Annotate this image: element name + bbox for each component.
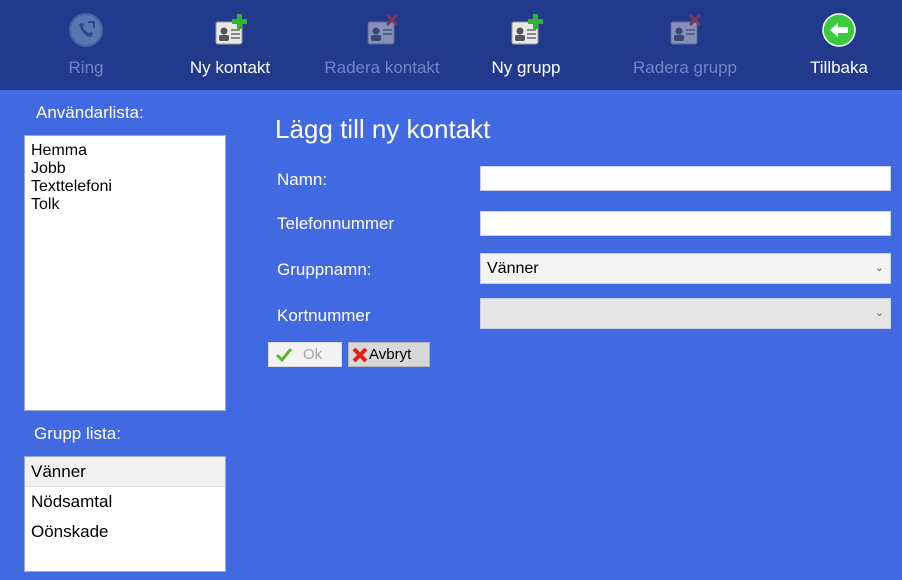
card-number-label: Kortnummer — [277, 306, 371, 325]
list-item[interactable]: Vänner — [25, 457, 225, 487]
name-input[interactable] — [480, 166, 891, 191]
delete-contact-icon — [364, 12, 400, 48]
chevron-down-icon: ⌄ — [874, 307, 884, 319]
group-list[interactable]: Vänner Nödsamtal Oönskade — [24, 456, 226, 572]
close-icon — [351, 347, 369, 363]
chevron-down-icon: ⌄ — [874, 262, 884, 274]
user-list-title: Användarlista: — [36, 103, 144, 122]
list-item[interactable]: Nödsamtal — [25, 487, 225, 517]
list-item[interactable]: Texttelefoni — [31, 178, 219, 196]
group-name-label: Gruppnamn: — [277, 260, 372, 279]
back-arrow-icon — [821, 12, 857, 48]
new-group-button[interactable]: Ny grupp — [466, 0, 586, 90]
delete-contact-button[interactable]: Radera kontakt — [322, 0, 442, 90]
new-contact-button[interactable]: Ny kontakt — [170, 0, 290, 90]
ring-label: Ring — [68, 58, 104, 77]
ok-button[interactable]: Ok — [268, 342, 342, 367]
group-select-value: Vänner — [487, 260, 539, 277]
delete-group-button[interactable]: Radera grupp — [625, 0, 745, 90]
back-button[interactable]: Tillbaka — [779, 0, 899, 90]
new-contact-label: Ny kontakt — [189, 58, 271, 77]
card-number-select[interactable]: ⌄ — [480, 298, 891, 329]
delete-group-label: Radera grupp — [633, 58, 737, 77]
cancel-button[interactable]: Avbryt — [348, 342, 430, 367]
cancel-label: Avbryt — [369, 346, 412, 363]
list-item[interactable]: Hemma — [31, 142, 219, 160]
delete-contact-label: Radera kontakt — [324, 58, 440, 77]
list-item[interactable]: Jobb — [31, 160, 219, 178]
name-label: Namn: — [277, 170, 328, 189]
add-group-icon — [508, 12, 544, 48]
user-list[interactable]: Hemma Jobb Texttelefoni Tolk — [24, 135, 226, 411]
ring-button[interactable]: Ring — [26, 0, 146, 90]
phone-label: Telefonnummer — [277, 214, 395, 233]
toolbar: Ring Ny kontakt Radera kontakt Ny grupp … — [0, 0, 902, 90]
list-item[interactable]: Tolk — [31, 196, 219, 214]
new-group-label: Ny grupp — [491, 58, 561, 77]
phone-icon — [68, 12, 104, 48]
back-label: Tillbaka — [810, 58, 868, 77]
add-contact-icon — [212, 12, 248, 48]
list-item[interactable]: Oönskade — [25, 517, 225, 547]
group-list-title: Grupp lista: — [34, 424, 121, 443]
delete-group-icon — [667, 12, 703, 48]
phone-input[interactable] — [480, 211, 891, 236]
ok-label: Ok — [303, 346, 323, 363]
group-select[interactable]: Vänner ⌄ — [480, 253, 891, 284]
check-icon — [275, 347, 295, 363]
page-title: Lägg till ny kontakt — [275, 114, 491, 144]
